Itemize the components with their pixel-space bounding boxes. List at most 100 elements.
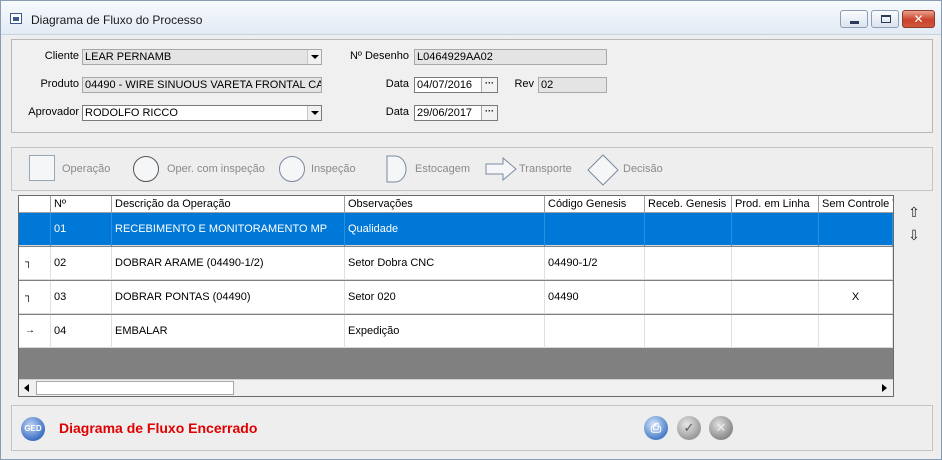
desenho-label: Nº Desenho bbox=[349, 50, 409, 62]
produto-label: Produto bbox=[40, 78, 79, 90]
data1-value: 04/07/2016 bbox=[417, 79, 473, 91]
legend-inspecao[interactable]: Inspeção bbox=[311, 163, 356, 175]
confirm-check-icon[interactable]: ✓ bbox=[677, 416, 701, 440]
maximize-button[interactable] bbox=[871, 10, 899, 28]
operation-inspection-circle-icon[interactable] bbox=[133, 156, 159, 182]
row-symbol: ┐ bbox=[19, 281, 51, 314]
table-row[interactable]: 01 RECEBIMENTO E MONITORAMENTO MP Qualid… bbox=[19, 213, 893, 246]
row-sem-controle bbox=[819, 213, 893, 246]
row-descricao: DOBRAR ARAME (04490-1/2) bbox=[112, 247, 345, 280]
cliente-combo[interactable]: LEAR PERNAMB bbox=[82, 49, 322, 65]
row-prod bbox=[732, 247, 819, 280]
status-message: Diagrama de Fluxo Encerrado bbox=[59, 420, 258, 436]
row-observacoes: Expedição bbox=[345, 315, 545, 348]
cancel-x-icon[interactable]: ✕ bbox=[709, 416, 733, 440]
row-descricao: EMBALAR bbox=[112, 315, 345, 348]
scroll-thumb[interactable] bbox=[36, 381, 234, 395]
row-prod bbox=[732, 315, 819, 348]
row-prod bbox=[732, 213, 819, 246]
table-row[interactable]: ┐ 02 DOBRAR ARAME (04490-1/2) Setor Dobr… bbox=[19, 247, 893, 280]
aprovador-label: Aprovador bbox=[28, 106, 79, 118]
row-number: 03 bbox=[51, 281, 112, 314]
legend-estocagem[interactable]: Estocagem bbox=[415, 163, 470, 175]
table-row[interactable]: → 04 EMBALAR Expedição bbox=[19, 315, 893, 348]
row-codigo bbox=[545, 213, 645, 246]
move-down-arrow-icon[interactable]: ⇩ bbox=[905, 228, 923, 242]
data2-value: 29/06/2017 bbox=[417, 107, 473, 119]
row-symbol bbox=[19, 213, 51, 246]
minimize-icon bbox=[850, 21, 859, 24]
process-flow-window: Diagrama de Fluxo do Processo ✕ Cliente … bbox=[0, 0, 942, 460]
row-codigo: 04490-1/2 bbox=[545, 247, 645, 280]
ged-icon[interactable]: GED bbox=[21, 417, 45, 441]
produto-field[interactable]: 04490 - WIRE SINUOUS VARETA FRONTAL CA bbox=[82, 77, 322, 93]
close-icon: ✕ bbox=[913, 12, 924, 26]
decision-diamond-icon[interactable] bbox=[587, 154, 619, 186]
row-observacoes: Setor Dobra CNC bbox=[345, 247, 545, 280]
row-number: 01 bbox=[51, 213, 112, 246]
move-up-arrow-icon[interactable]: ⇧ bbox=[905, 205, 923, 219]
row-number: 02 bbox=[51, 247, 112, 280]
row-sem-controle bbox=[819, 247, 893, 280]
row-codigo bbox=[545, 315, 645, 348]
data2-field[interactable]: 29/06/2017 ··· bbox=[414, 105, 498, 121]
chevron-down-icon[interactable] bbox=[307, 106, 321, 120]
data1-label: Data bbox=[385, 78, 409, 90]
legend-oper-inspecao[interactable]: Oper. com inspeção bbox=[167, 163, 265, 175]
horizontal-scrollbar[interactable] bbox=[19, 379, 893, 396]
title-bar: Diagrama de Fluxo do Processo ✕ bbox=[1, 1, 941, 35]
header-codigo-genesis[interactable]: Código Genesis bbox=[545, 196, 645, 212]
header-symbol[interactable] bbox=[19, 196, 51, 212]
row-descricao: DOBRAR PONTAS (04490) bbox=[112, 281, 345, 314]
scroll-right-arrow-icon[interactable] bbox=[876, 380, 893, 396]
legend-operacao[interactable]: Operação bbox=[62, 163, 110, 175]
rev-field[interactable]: 02 bbox=[538, 77, 607, 93]
produto-value: 04490 - WIRE SINUOUS VARETA FRONTAL CA bbox=[85, 79, 322, 91]
header-receb-genesis[interactable]: Receb. Genesis bbox=[645, 196, 732, 212]
app-icon bbox=[10, 13, 22, 24]
storage-d-shape-icon[interactable] bbox=[385, 155, 407, 183]
maximize-icon bbox=[881, 15, 891, 23]
print-icon[interactable]: ⎙ bbox=[644, 416, 668, 440]
row-descricao: RECEBIMENTO E MONITORAMENTO MP bbox=[112, 213, 345, 246]
cliente-label: Cliente bbox=[44, 50, 79, 62]
legend-decisao[interactable]: Decisão bbox=[623, 163, 663, 175]
grid-header: Nº Descrição da Operação Observações Cód… bbox=[19, 196, 893, 213]
aprovador-combo[interactable]: RODOLFO RICCO bbox=[82, 105, 322, 121]
row-sem-controle: X bbox=[819, 281, 893, 314]
operations-grid[interactable]: Nº Descrição da Operação Observações Cód… bbox=[18, 195, 894, 397]
header-sem-controle[interactable]: Sem Controle T bbox=[819, 196, 893, 212]
header-number[interactable]: Nº bbox=[51, 196, 112, 212]
row-receb bbox=[645, 281, 732, 314]
chevron-down-icon[interactable] bbox=[307, 50, 321, 64]
calendar-button-icon[interactable]: ··· bbox=[481, 106, 497, 120]
row-observacoes: Qualidade bbox=[345, 213, 545, 246]
header-descricao[interactable]: Descrição da Operação bbox=[112, 196, 345, 212]
row-sem-controle bbox=[819, 315, 893, 348]
header-observacoes[interactable]: Observações bbox=[345, 196, 545, 212]
row-codigo: 04490 bbox=[545, 281, 645, 314]
data1-field[interactable]: 04/07/2016 ··· bbox=[414, 77, 498, 93]
scroll-left-arrow-icon[interactable] bbox=[19, 380, 36, 396]
operation-square-icon[interactable] bbox=[29, 155, 55, 181]
row-number: 04 bbox=[51, 315, 112, 348]
transport-arrow-icon[interactable] bbox=[485, 157, 517, 181]
row-receb bbox=[645, 315, 732, 348]
minimize-button[interactable] bbox=[840, 10, 868, 28]
calendar-button-icon[interactable]: ··· bbox=[481, 78, 497, 92]
header-prod-linha[interactable]: Prod. em Linha bbox=[732, 196, 819, 212]
desenho-field[interactable]: L0464929AA02 bbox=[414, 49, 607, 65]
cliente-value: LEAR PERNAMB bbox=[85, 51, 172, 63]
row-receb bbox=[645, 247, 732, 280]
legend-transporte[interactable]: Transporte bbox=[519, 163, 572, 175]
table-row[interactable]: ┐ 03 DOBRAR PONTAS (04490) Setor 020 044… bbox=[19, 281, 893, 314]
desenho-value: L0464929AA02 bbox=[417, 51, 493, 63]
row-prod bbox=[732, 281, 819, 314]
inspection-circle-icon[interactable] bbox=[279, 156, 305, 182]
row-symbol: → bbox=[19, 315, 51, 348]
row-observacoes: Setor 020 bbox=[345, 281, 545, 314]
row-symbol: ┐ bbox=[19, 247, 51, 280]
window-title: Diagrama de Fluxo do Processo bbox=[31, 13, 203, 27]
close-button[interactable]: ✕ bbox=[902, 10, 935, 28]
data2-label: Data bbox=[385, 106, 409, 118]
